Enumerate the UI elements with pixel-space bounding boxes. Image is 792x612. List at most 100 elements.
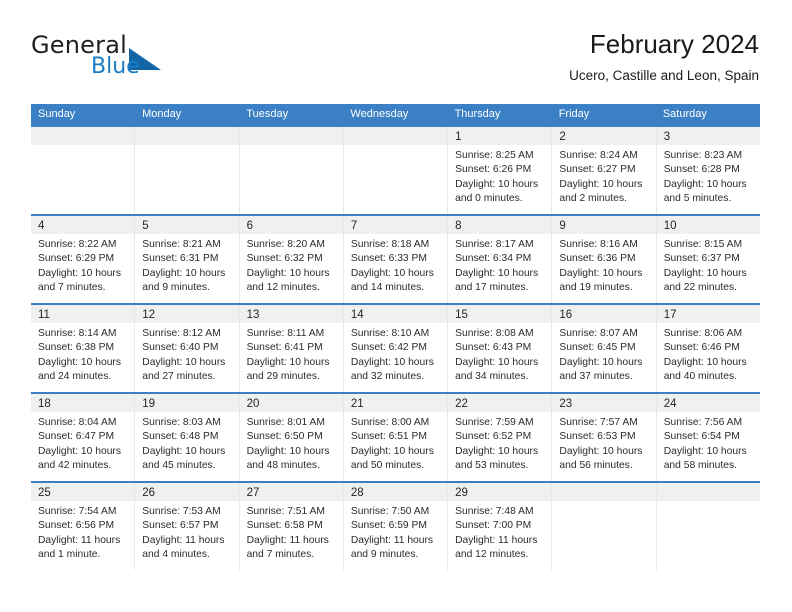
daylight-text-line2: and 40 minutes. bbox=[663, 371, 737, 383]
day-cell[interactable]: 5 Sunrise: 8:21 AM Sunset: 6:31 PM Dayli… bbox=[134, 216, 239, 303]
day-cell[interactable]: 17 Sunrise: 8:06 AM Sunset: 6:46 PM Dayl… bbox=[655, 305, 760, 392]
day-cell[interactable]: 19 Sunrise: 8:03 AM Sunset: 6:48 PM Dayl… bbox=[134, 394, 239, 481]
day-number: 9 bbox=[559, 220, 566, 232]
day-cell[interactable]: 16 Sunrise: 8:07 AM Sunset: 6:45 PM Dayl… bbox=[551, 305, 656, 392]
day-number-band bbox=[656, 483, 760, 501]
day-cell[interactable]: 20 Sunrise: 8:01 AM Sunset: 6:50 PM Dayl… bbox=[238, 394, 343, 481]
day-cell[interactable]: 12 Sunrise: 8:12 AM Sunset: 6:40 PM Dayl… bbox=[134, 305, 239, 392]
day-details: Sunrise: 7:50 AM Sunset: 6:59 PM Dayligh… bbox=[344, 501, 447, 563]
sunset-text: Sunset: 6:52 PM bbox=[455, 431, 532, 443]
day-number-band: 28 bbox=[343, 483, 448, 501]
daylight-text-line2: and 12 minutes. bbox=[455, 549, 529, 561]
daylight-text-line1: Daylight: 10 hours bbox=[142, 445, 226, 457]
day-cell[interactable] bbox=[134, 127, 239, 214]
day-number-band: 9 bbox=[552, 216, 656, 234]
day-details: Sunrise: 8:07 AM Sunset: 6:45 PM Dayligh… bbox=[552, 323, 655, 385]
day-cell[interactable]: 6 Sunrise: 8:20 AM Sunset: 6:32 PM Dayli… bbox=[238, 216, 343, 303]
daylight-text-line2: and 7 minutes. bbox=[246, 549, 315, 561]
day-cell[interactable] bbox=[238, 127, 343, 214]
sunrise-text: Sunrise: 8:21 AM bbox=[142, 239, 221, 250]
day-details: Sunrise: 8:16 AM Sunset: 6:36 PM Dayligh… bbox=[552, 234, 655, 296]
day-cell[interactable]: 10 Sunrise: 8:15 AM Sunset: 6:37 PM Dayl… bbox=[655, 216, 760, 303]
daylight-text-line2: and 9 minutes. bbox=[350, 549, 419, 561]
sunrise-text: Sunrise: 8:25 AM bbox=[455, 150, 534, 161]
day-cell[interactable]: 29 Sunrise: 7:48 AM Sunset: 7:00 PM Dayl… bbox=[447, 483, 552, 570]
daylight-text-line2: and 42 minutes. bbox=[38, 460, 112, 472]
daylight-text-line2: and 14 minutes. bbox=[350, 282, 425, 294]
day-cell[interactable]: 18 Sunrise: 8:04 AM Sunset: 6:47 PM Dayl… bbox=[31, 394, 135, 481]
day-details: Sunrise: 8:24 AM Sunset: 6:27 PM Dayligh… bbox=[552, 145, 655, 207]
page-title: February 2024 bbox=[589, 29, 759, 59]
sunrise-text: Sunrise: 8:24 AM bbox=[559, 150, 638, 161]
general-blue-logo[interactable]: General Blue bbox=[31, 32, 251, 92]
sunset-text: Sunset: 6:42 PM bbox=[350, 342, 427, 354]
daylight-text-line1: Daylight: 10 hours bbox=[38, 445, 121, 457]
day-cell[interactable]: 4 Sunrise: 8:22 AM Sunset: 6:29 PM Dayli… bbox=[31, 216, 135, 303]
daylight-text-line2: and 5 minutes. bbox=[663, 193, 732, 205]
day-details bbox=[135, 145, 238, 149]
day-cell[interactable]: 1 Sunrise: 8:25 AM Sunset: 6:26 PM Dayli… bbox=[447, 127, 552, 214]
sunrise-text: Sunrise: 8:23 AM bbox=[663, 150, 743, 161]
day-cell[interactable] bbox=[551, 483, 656, 570]
day-number: 25 bbox=[38, 487, 51, 499]
day-cell[interactable]: 2 Sunrise: 8:24 AM Sunset: 6:27 PM Dayli… bbox=[551, 127, 656, 214]
day-cell[interactable]: 26 Sunrise: 7:53 AM Sunset: 6:57 PM Dayl… bbox=[134, 483, 239, 570]
daylight-text-line2: and 48 minutes. bbox=[246, 460, 320, 472]
day-number: 29 bbox=[455, 487, 468, 499]
sunrise-text: Sunrise: 8:15 AM bbox=[663, 239, 743, 250]
day-cell[interactable]: 23 Sunrise: 7:57 AM Sunset: 6:53 PM Dayl… bbox=[551, 394, 656, 481]
sunset-text: Sunset: 7:00 PM bbox=[455, 520, 532, 532]
sunset-text: Sunset: 6:36 PM bbox=[559, 253, 636, 265]
sunset-text: Sunset: 6:38 PM bbox=[38, 342, 115, 354]
daylight-text-line1: Daylight: 10 hours bbox=[246, 445, 330, 457]
sunset-text: Sunset: 6:57 PM bbox=[142, 520, 219, 532]
weekday-header-monday: Monday bbox=[142, 108, 182, 120]
day-cell[interactable]: 25 Sunrise: 7:54 AM Sunset: 6:56 PM Dayl… bbox=[31, 483, 135, 570]
week-row: 11 Sunrise: 8:14 AM Sunset: 6:38 PM Dayl… bbox=[31, 303, 760, 392]
day-number-band: 10 bbox=[656, 216, 760, 234]
sunrise-text: Sunrise: 8:07 AM bbox=[559, 328, 638, 339]
page-subtitle: Ucero, Castille and Leon, Spain bbox=[569, 68, 759, 83]
weekday-header-row: Sunday Monday Tuesday Wednesday Thursday… bbox=[31, 104, 760, 125]
day-cell[interactable]: 9 Sunrise: 8:16 AM Sunset: 6:36 PM Dayli… bbox=[551, 216, 656, 303]
day-cell[interactable]: 13 Sunrise: 8:11 AM Sunset: 6:41 PM Dayl… bbox=[238, 305, 343, 392]
day-cell[interactable]: 7 Sunrise: 8:18 AM Sunset: 6:33 PM Dayli… bbox=[342, 216, 448, 303]
day-cell[interactable] bbox=[31, 127, 135, 214]
day-cell[interactable] bbox=[655, 483, 760, 570]
sunrise-text: Sunrise: 7:48 AM bbox=[455, 506, 534, 517]
day-number: 10 bbox=[663, 220, 677, 232]
daylight-text-line1: Daylight: 10 hours bbox=[350, 445, 434, 457]
day-cell[interactable]: 22 Sunrise: 7:59 AM Sunset: 6:52 PM Dayl… bbox=[447, 394, 552, 481]
daylight-text-line2: and 19 minutes. bbox=[559, 282, 633, 294]
day-number: 27 bbox=[246, 487, 260, 499]
sunset-text: Sunset: 6:45 PM bbox=[559, 342, 636, 354]
day-number-band bbox=[552, 483, 656, 501]
sunrise-text: Sunrise: 8:08 AM bbox=[455, 328, 534, 339]
day-cell[interactable]: 21 Sunrise: 8:00 AM Sunset: 6:51 PM Dayl… bbox=[342, 394, 448, 481]
daylight-text-line2: and 1 minute. bbox=[38, 549, 101, 561]
day-details: Sunrise: 8:00 AM Sunset: 6:51 PM Dayligh… bbox=[344, 412, 447, 474]
day-details bbox=[344, 145, 447, 149]
daylight-text-line1: Daylight: 10 hours bbox=[142, 267, 226, 279]
day-cell[interactable]: 24 Sunrise: 7:56 AM Sunset: 6:54 PM Dayl… bbox=[655, 394, 760, 481]
day-cell[interactable]: 27 Sunrise: 7:51 AM Sunset: 6:58 PM Dayl… bbox=[238, 483, 343, 570]
day-details: Sunrise: 8:17 AM Sunset: 6:34 PM Dayligh… bbox=[448, 234, 551, 296]
calendar-page: General Blue February 2024 Ucero, Castil… bbox=[0, 0, 792, 612]
sunset-text: Sunset: 6:28 PM bbox=[663, 164, 740, 176]
weekday-header-tuesday: Tuesday bbox=[246, 108, 289, 120]
day-cell[interactable]: 14 Sunrise: 8:10 AM Sunset: 6:42 PM Dayl… bbox=[342, 305, 448, 392]
sunrise-text: Sunrise: 8:20 AM bbox=[246, 239, 325, 250]
sunset-text: Sunset: 6:50 PM bbox=[246, 431, 323, 443]
day-number: 15 bbox=[455, 309, 468, 321]
daylight-text-line1: Daylight: 11 hours bbox=[455, 534, 538, 546]
day-cell[interactable]: 8 Sunrise: 8:17 AM Sunset: 6:34 PM Dayli… bbox=[447, 216, 552, 303]
day-cell[interactable]: 3 Sunrise: 8:23 AM Sunset: 6:28 PM Dayli… bbox=[655, 127, 760, 214]
sunset-text: Sunset: 6:47 PM bbox=[38, 431, 115, 443]
day-cell[interactable]: 28 Sunrise: 7:50 AM Sunset: 6:59 PM Dayl… bbox=[342, 483, 448, 570]
day-cell[interactable] bbox=[342, 127, 448, 214]
daylight-text-line1: Daylight: 11 hours bbox=[246, 534, 329, 546]
daylight-text-line2: and 34 minutes. bbox=[455, 371, 529, 383]
day-cell[interactable]: 15 Sunrise: 8:08 AM Sunset: 6:43 PM Dayl… bbox=[447, 305, 552, 392]
day-cell[interactable]: 11 Sunrise: 8:14 AM Sunset: 6:38 PM Dayl… bbox=[31, 305, 135, 392]
week-row: 18 Sunrise: 8:04 AM Sunset: 6:47 PM Dayl… bbox=[31, 392, 760, 481]
